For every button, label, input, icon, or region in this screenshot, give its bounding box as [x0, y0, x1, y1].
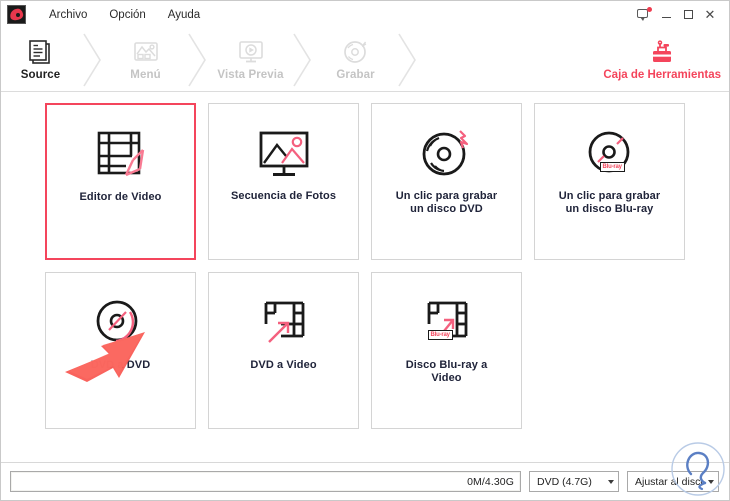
card-disco-bluray-a-video[interactable]: Blu-ray Disco Blu-ray a Video	[371, 272, 522, 429]
toolbox-button[interactable]: Caja de Herramientas	[603, 28, 729, 91]
menu-item-archivo[interactable]: Archivo	[38, 6, 98, 24]
document-stack-icon	[26, 38, 56, 66]
close-button[interactable]: ✕	[699, 5, 721, 25]
grid-cell: Secuencia de Fotos	[208, 103, 371, 260]
card-editor-de-video[interactable]: Editor de Video	[45, 103, 196, 260]
grid-cell-empty	[534, 272, 697, 429]
bluray-badge: Blu-ray	[427, 330, 453, 340]
grid-cell: DVD a Video	[208, 272, 371, 429]
card-label: Disco Blu-ray a Video	[405, 359, 488, 384]
bluray-badge: Blu-ray	[599, 162, 625, 172]
step-chevron-3-icon	[290, 28, 316, 91]
menu-bar: Archivo Opción Ayuda	[38, 6, 211, 24]
image-gallery-icon	[131, 38, 161, 66]
step-chevron-4-icon	[395, 28, 421, 91]
disc-bluray-icon: Blu-ray	[535, 104, 684, 190]
toolbox-label: Caja de Herramientas	[603, 69, 721, 81]
disc-type-select[interactable]: DVD (4.7G)	[529, 471, 619, 492]
card-secuencia-de-fotos[interactable]: Secuencia de Fotos	[208, 103, 359, 260]
disc-burn-icon	[341, 38, 371, 66]
minimize-button[interactable]	[655, 5, 677, 25]
card-label: DVD a Video	[250, 359, 317, 371]
disc-size-text: 0M/4.30G	[467, 475, 514, 488]
card-label: Editor de Video	[79, 191, 162, 203]
card-dvd-a-video[interactable]: DVD a Video	[208, 272, 359, 429]
card-label: Un clic para grabar un disco Blu-ray	[558, 190, 661, 215]
tool-card-grid: Editor de Video Secuencia de Fotos Un cl…	[45, 103, 697, 429]
status-bar: 0M/4.30G DVD (4.7G) Ajustar al disco	[1, 442, 729, 500]
card-label: DVD a DVD	[90, 359, 151, 371]
step-label-vista-previa: Vista Previa	[217, 69, 284, 81]
step-vista-previa[interactable]: Vista Previa	[211, 28, 290, 91]
chevron-down-icon	[608, 479, 614, 484]
feedback-button[interactable]	[633, 5, 655, 25]
grid-cell: DVD a DVD	[45, 272, 208, 429]
step-label-source: Source	[20, 69, 61, 81]
step-chevron-1-icon	[80, 28, 106, 91]
step-source[interactable]: Source	[1, 28, 80, 91]
step-label-menu: Menú	[130, 69, 161, 81]
disc-copy-icon	[46, 273, 195, 359]
card-un-clic-dvd[interactable]: Un clic para grabar un disco DVD	[371, 103, 522, 260]
fit-mode-value: Ajustar al disco	[635, 475, 702, 488]
minimize-icon	[661, 17, 671, 18]
film-strip-bluray-icon: Blu-ray	[372, 273, 521, 359]
close-icon: ✕	[704, 7, 716, 22]
title-bar: Archivo Opción Ayuda ✕	[1, 1, 729, 28]
grid-cell: Editor de Video	[45, 103, 208, 260]
menu-item-opcion[interactable]: Opción	[98, 6, 156, 24]
app-logo-icon	[7, 5, 26, 24]
grid-cell: Un clic para grabar un disco DVD	[371, 103, 534, 260]
card-dvd-a-dvd[interactable]: DVD a DVD	[45, 272, 196, 429]
toolbox-content: Editor de Video Secuencia de Fotos Un cl…	[1, 92, 729, 462]
step-menu[interactable]: Menú	[106, 28, 185, 91]
step-toolbar: Source Menú Vista Previa Grabar Caja de …	[1, 28, 729, 92]
maximize-button[interactable]	[677, 5, 699, 25]
step-grabar[interactable]: Grabar	[316, 28, 395, 91]
disc-type-value: DVD (4.7G)	[537, 475, 592, 488]
card-un-clic-bluray[interactable]: Blu-ray Un clic para grabar un disco Blu-…	[534, 103, 685, 260]
disc-capacity-progress: 0M/4.30G	[10, 471, 521, 492]
film-strip-pencil-icon	[47, 105, 194, 191]
monitor-play-icon	[236, 38, 266, 66]
monitor-photo-icon	[209, 104, 358, 190]
step-label-grabar: Grabar	[336, 69, 375, 81]
step-list: Source Menú Vista Previa Grabar	[1, 28, 421, 91]
disc-lightning-icon	[372, 104, 521, 190]
maximize-icon	[683, 10, 693, 19]
grid-cell: Blu-ray Disco Blu-ray a Video	[371, 272, 534, 429]
chevron-down-icon	[708, 479, 714, 484]
toolbox-icon	[647, 38, 677, 66]
fit-mode-select[interactable]: Ajustar al disco	[627, 471, 719, 492]
card-label: Secuencia de Fotos	[230, 190, 337, 202]
window-controls: ✕	[633, 5, 725, 25]
feedback-icon	[637, 7, 652, 21]
step-chevron-2-icon	[185, 28, 211, 91]
film-strip-arrow-icon	[209, 273, 358, 359]
grid-cell: Blu-ray Un clic para grabar un disco Blu-…	[534, 103, 697, 260]
application-window: Archivo Opción Ayuda ✕ Source Menú Vista…	[0, 0, 730, 501]
card-label: Un clic para grabar un disco DVD	[395, 190, 498, 215]
menu-item-ayuda[interactable]: Ayuda	[157, 6, 211, 24]
